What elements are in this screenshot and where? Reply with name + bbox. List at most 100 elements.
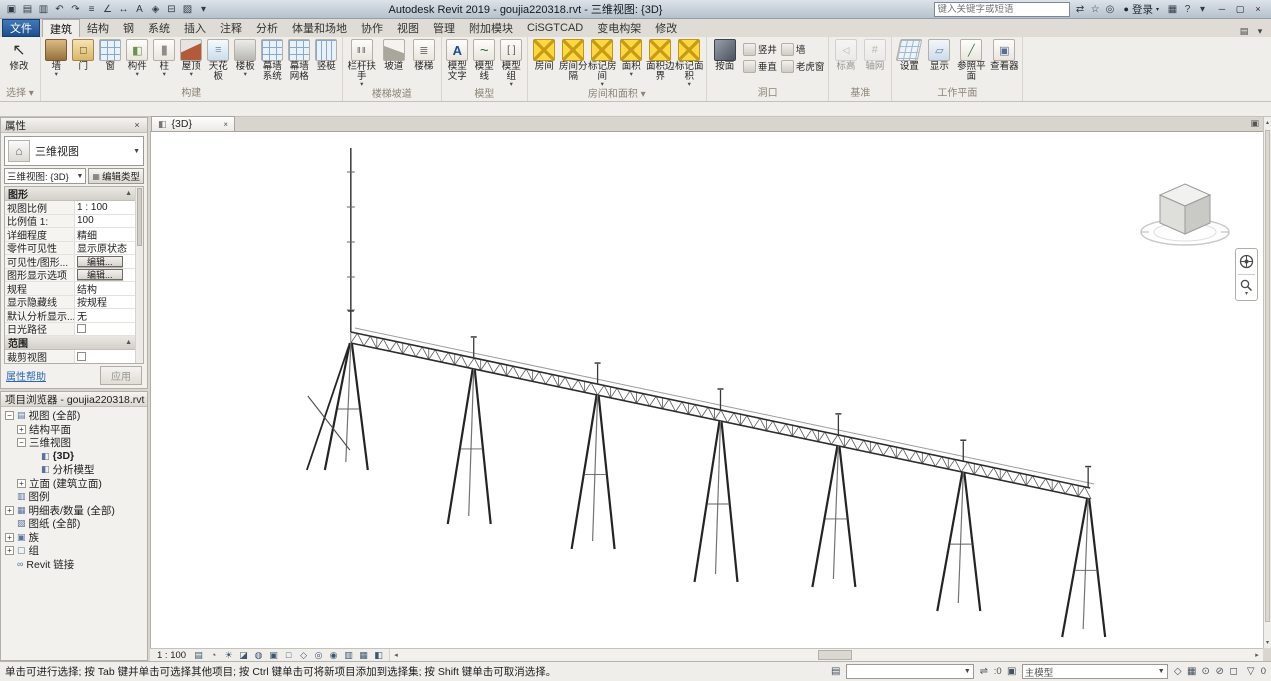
highlight-displacement-icon[interactable]: ◧ xyxy=(371,649,386,661)
help-icon[interactable]: ? xyxy=(1180,2,1195,17)
section-icon[interactable]: ⊟ xyxy=(164,2,179,17)
communication-center-icon[interactable]: ◎ xyxy=(1103,2,1118,17)
steering-wheel-icon[interactable] xyxy=(1237,252,1256,271)
ribbon-tab-view[interactable]: 视图 xyxy=(390,19,426,37)
favorites-icon[interactable]: ☆ xyxy=(1088,2,1103,17)
ribbon-button-model-text[interactable]: 模型文字 xyxy=(444,38,471,82)
ribbon-button-model-group[interactable]: 模型组▾ xyxy=(498,38,525,88)
ribbon-display-toggle-icon[interactable]: ▤ xyxy=(1237,26,1251,37)
ribbon-button-wall[interactable]: 墙▾ xyxy=(43,38,70,78)
3d-structural-model[interactable] xyxy=(151,132,1263,648)
ribbon-tab-file[interactable]: 文件 xyxy=(2,19,40,37)
tree-toggle-icon[interactable]: − xyxy=(5,411,14,420)
select-underlay-toggle-icon[interactable]: ▦ xyxy=(1185,665,1199,679)
ribbon-button-roof[interactable]: 屋顶▾ xyxy=(178,38,205,78)
tree-item-views-root[interactable]: −▤视图 (全部) xyxy=(1,409,147,423)
ribbon-tab-collaborate[interactable]: 协作 xyxy=(354,19,390,37)
tree-item-view-3d[interactable]: ◧{3D} xyxy=(1,450,147,464)
worksets-icon[interactable]: ▤ xyxy=(829,665,843,679)
section-collapse-icon[interactable]: ▲ xyxy=(125,190,132,197)
scroll-down-icon[interactable]: ▾ xyxy=(1266,637,1269,648)
close-icon[interactable]: × xyxy=(144,394,147,404)
show-analytical-model-icon[interactable]: ▦ xyxy=(356,649,371,661)
property-section-graphics[interactable]: 图形▲ xyxy=(5,187,135,201)
type-selector[interactable]: ⌂ 三维视图 ▼ xyxy=(4,136,144,166)
ribbon-tab-substation-frame[interactable]: 变电构架 xyxy=(590,19,648,37)
tree-item-revit-links[interactable]: ∞Revit 链接 xyxy=(1,558,147,572)
scale-button[interactable]: 1 : 100 xyxy=(153,650,190,661)
aligned-dimension-icon[interactable]: ↔ xyxy=(116,2,131,17)
scrollbar-thumb[interactable] xyxy=(818,650,852,660)
ribbon-button-wall-opening[interactable]: 墙 xyxy=(781,41,825,57)
filter-icon[interactable]: ▽ xyxy=(1244,665,1258,679)
tree-item-analytical-model[interactable]: ◧分析模型 xyxy=(1,463,147,477)
maximize-button[interactable]: ▢ xyxy=(1231,2,1249,17)
select-links-toggle-icon[interactable]: ◇ xyxy=(1171,665,1185,679)
edit-button[interactable]: 编辑... xyxy=(77,256,123,267)
app-store-icon[interactable]: ▦ xyxy=(1165,2,1180,17)
ribbon-button-component[interactable]: 构件▾ xyxy=(124,38,151,78)
tree-item-legends[interactable]: ▥图例 xyxy=(1,490,147,504)
redo-icon[interactable]: ↷ xyxy=(68,2,83,17)
thin-lines-icon[interactable]: ▨ xyxy=(180,2,195,17)
close-icon[interactable]: × xyxy=(131,120,143,130)
rendering-icon[interactable]: ◍ xyxy=(251,649,266,661)
scroll-left-icon[interactable]: ◂ xyxy=(390,651,402,659)
default-3d-view-icon[interactable]: ◈ xyxy=(148,2,163,17)
active-design-option-combo[interactable]: 主模型▼ xyxy=(1022,664,1168,679)
ribbon-tab-architecture[interactable]: 建筑 xyxy=(42,19,80,37)
sign-in-button[interactable]: ● 登录 ▾ xyxy=(1121,2,1162,17)
scrollbar-thumb[interactable] xyxy=(137,188,142,246)
tree-toggle-icon[interactable]: + xyxy=(17,425,26,434)
property-section-extents[interactable]: 范围▲ xyxy=(5,336,135,350)
save-icon[interactable]: ▥ xyxy=(36,2,51,17)
tree-item-families[interactable]: +▣族 xyxy=(1,531,147,545)
ribbon-tab-analyze[interactable]: 分析 xyxy=(249,19,285,37)
ribbon-tab-modify[interactable]: 修改 xyxy=(648,19,684,37)
ribbon-button-area[interactable]: 面积▾ xyxy=(617,38,646,78)
ribbon-button-model-line[interactable]: 模型线 xyxy=(471,38,498,82)
ribbon-button-vertical-opening[interactable]: 垂直 xyxy=(743,58,777,74)
ribbon-tab-cisgtcad[interactable]: CiSGTCAD xyxy=(520,19,590,37)
ribbon-button-modify[interactable]: 修改 xyxy=(2,38,36,72)
tree-item-elevations[interactable]: +立面 (建筑立面) xyxy=(1,477,147,491)
chevron-down-icon[interactable]: ▼ xyxy=(133,148,140,155)
ribbon-button-window[interactable]: 窗 xyxy=(97,38,124,72)
undo-icon[interactable]: ↶ xyxy=(52,2,67,17)
ribbon-button-dormer[interactable]: 老虎窗 xyxy=(781,58,825,74)
ribbon-button-show-work-plane[interactable]: 显示 xyxy=(924,38,954,72)
view-cube[interactable] xyxy=(1135,172,1235,256)
crop-view-icon[interactable]: ▣ xyxy=(266,649,281,661)
ribbon-button-railing[interactable]: 栏杆扶手▾ xyxy=(345,38,379,88)
ribbon-button-shaft[interactable]: 竖井 xyxy=(743,41,777,57)
vertical-scrollbar[interactable]: ▴ ▾ xyxy=(1263,117,1271,648)
application-menu-icon[interactable]: ▣ xyxy=(4,2,19,17)
ribbon-button-tag-room[interactable]: 标记房间▾ xyxy=(588,38,617,88)
temporary-hide-isolate-icon[interactable]: ◎ xyxy=(311,649,326,661)
ribbon-button-curtain-grid[interactable]: 幕墙网格 xyxy=(286,38,313,82)
tree-item-structural-plans[interactable]: +结构平面 xyxy=(1,423,147,437)
ribbon-button-room-separator[interactable]: 房间分隔 xyxy=(559,38,588,82)
model-canvas[interactable]: ▾ xyxy=(150,132,1263,648)
checkbox[interactable] xyxy=(77,324,86,333)
tree-toggle-icon[interactable]: + xyxy=(5,506,14,515)
project-browser-header[interactable]: 项目浏览器 - goujia220318.rvt × xyxy=(1,392,147,407)
detail-level-icon[interactable]: ▤ xyxy=(191,649,206,661)
tree-toggle-icon[interactable]: + xyxy=(17,479,26,488)
ribbon-button-level[interactable]: 标高 xyxy=(831,38,860,72)
tree-item-3d-views[interactable]: −三维视图 xyxy=(1,436,147,450)
scrollbar-thumb[interactable] xyxy=(1265,130,1270,622)
reveal-hidden-elements-icon[interactable]: ◉ xyxy=(326,649,341,661)
scroll-right-icon[interactable]: ▸ xyxy=(1251,651,1263,659)
ribbon-tab-annotate[interactable]: 注释 xyxy=(213,19,249,37)
sun-path-icon[interactable]: ☀ xyxy=(221,649,236,661)
exchange-apps-icon[interactable]: ⇄ xyxy=(1073,2,1088,17)
ribbon-tab-manage[interactable]: 管理 xyxy=(426,19,462,37)
ribbon-tab-systems[interactable]: 系统 xyxy=(141,19,177,37)
ribbon-button-ceiling[interactable]: 天花板 xyxy=(205,38,232,82)
open-icon[interactable]: ▤ xyxy=(20,2,35,17)
instance-selector-combo[interactable]: 三维视图: {3D} ▼ xyxy=(4,168,86,184)
ribbon-tab-steel[interactable]: 钢 xyxy=(116,19,141,37)
minimize-button[interactable]: ─ xyxy=(1213,2,1231,17)
view-tab-3d[interactable]: ◧ {3D} × xyxy=(151,116,235,131)
